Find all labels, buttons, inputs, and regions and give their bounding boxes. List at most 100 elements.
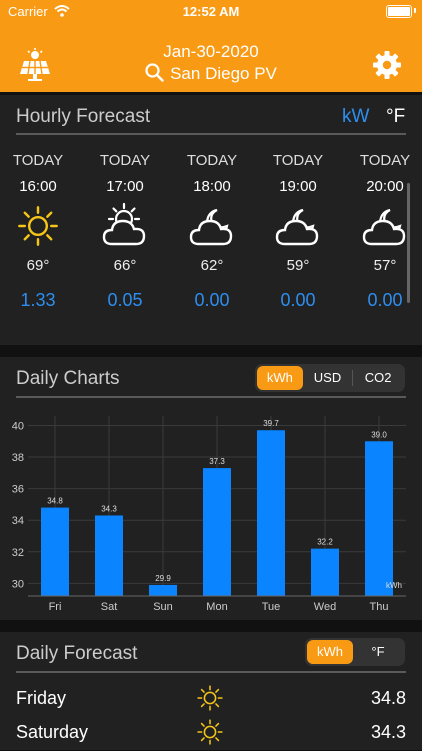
daily-charts-title: Daily Charts xyxy=(16,368,120,389)
hourly-power-value: 0.00 xyxy=(194,290,230,310)
forecast-day-value: 34.3 xyxy=(370,722,406,742)
x-tick-label: Thu xyxy=(370,601,389,613)
sun-icon xyxy=(18,206,58,246)
daily-forecast-row[interactable]: Friday 34.8 xyxy=(16,682,406,716)
bar-value-label: 29.9 xyxy=(155,574,171,583)
status-time: 12:52 AM xyxy=(182,4,240,19)
daily-energy-bar-chart: 30 32 34 36 38 40 34.8 Fri 34.3 Sat 29.9 Sun 37.3 Mon… xyxy=(12,416,406,613)
hourly-weather-icon-wrap xyxy=(172,201,252,251)
hourly-day: TODAY xyxy=(272,152,324,169)
hourly-weather-icon-wrap xyxy=(85,201,165,251)
sun-icon xyxy=(197,719,223,745)
search-icon xyxy=(145,63,164,82)
x-tick-label: Sun xyxy=(153,601,173,613)
hourly-time: 19:00 xyxy=(279,178,317,195)
bar-value-label: 39.7 xyxy=(263,419,279,428)
hourly-forecast-title: Hourly Forecast xyxy=(16,106,151,127)
chart-option-usd[interactable]: USD xyxy=(303,366,353,390)
hourly-temperature: 57° xyxy=(373,257,397,274)
app-header: Carrier 12:52 AM Jan-30-2020 San Diego P xyxy=(0,0,422,92)
hourly-day: TODAY xyxy=(99,152,151,169)
forecast-icon-wrap xyxy=(196,718,224,751)
bar-value-label: 39.0 xyxy=(371,430,387,439)
sun-icon xyxy=(197,685,223,711)
hourly-temperature: 59° xyxy=(286,257,310,274)
hourly-day: TODAY xyxy=(359,152,411,169)
hourly-item[interactable]: TODAY 18:00 62° 0.00 xyxy=(172,152,252,311)
hourly-weather-icon-wrap xyxy=(0,201,78,251)
chart-option-kwh[interactable]: kWh xyxy=(257,366,303,390)
hourly-temperature: 69° xyxy=(26,257,50,274)
bar-value-label: 34.8 xyxy=(47,497,63,506)
forecast-day-name: Friday xyxy=(16,688,67,708)
y-tick-label: 32 xyxy=(12,547,24,559)
chart-bar xyxy=(311,548,339,596)
chart-unit-segmented-control: kWh USD CO2 xyxy=(255,364,405,392)
x-tick-label: Sat xyxy=(101,601,118,613)
x-tick-label: Tue xyxy=(262,601,281,613)
status-bar: Carrier 12:52 AM xyxy=(0,0,422,24)
hourly-day: TODAY xyxy=(186,152,238,169)
y-tick-label: 36 xyxy=(12,484,24,496)
hourly-divider xyxy=(16,133,406,135)
chart-bar xyxy=(95,515,123,596)
charts-divider xyxy=(16,396,406,398)
forecast-option-fahrenheit[interactable]: °F xyxy=(353,640,403,664)
hourly-day: TODAY xyxy=(12,152,64,169)
chart-bar xyxy=(149,584,177,596)
bar-value-label: 37.3 xyxy=(209,457,225,466)
forecast-divider xyxy=(16,671,406,673)
gear-icon[interactable] xyxy=(372,50,402,80)
hourly-power-value: 0.00 xyxy=(367,290,403,310)
header-date: Jan-30-2020 xyxy=(163,42,259,61)
forecast-unit-segmented-control: kWh °F xyxy=(305,638,405,666)
y-tick-label: 30 xyxy=(12,578,24,590)
x-tick-label: Mon xyxy=(206,601,227,613)
forecast-option-kwh[interactable]: kWh xyxy=(307,640,353,664)
forecast-icon-wrap xyxy=(196,684,224,717)
hourly-weather-icon-wrap xyxy=(345,201,422,251)
forecast-day-value: 34.8 xyxy=(370,688,406,708)
hourly-power-value: 0.05 xyxy=(107,290,143,310)
hourly-temperature: 66° xyxy=(113,257,137,274)
hourly-item[interactable]: TODAY 19:00 59° 0.00 xyxy=(258,152,338,311)
hourly-time: 18:00 xyxy=(193,178,231,195)
y-tick-label: 40 xyxy=(12,420,24,432)
battery-nub xyxy=(414,8,416,13)
hourly-item[interactable]: TODAY 17:00 66° 0.05 xyxy=(85,152,165,311)
hourly-weather-icon-wrap xyxy=(258,201,338,251)
hourly-item[interactable]: TODAY 20:00 57° 0.00 xyxy=(345,152,422,311)
hourly-time: 20:00 xyxy=(366,178,404,195)
hourly-scrollbar[interactable] xyxy=(407,183,410,303)
y-tick-label: 34 xyxy=(12,515,24,527)
x-tick-label: Fri xyxy=(49,601,62,613)
y-tick-label: 38 xyxy=(12,452,24,464)
chart-option-co2[interactable]: CO2 xyxy=(353,366,403,390)
battery-icon xyxy=(386,5,412,18)
hourly-temperature: 62° xyxy=(200,257,224,274)
partly-cloudy-day-icon xyxy=(102,202,146,246)
chart-bar xyxy=(203,468,231,596)
daily-forecast-row[interactable]: Saturday 34.3 xyxy=(16,716,406,750)
bar-value-label: 32.2 xyxy=(317,538,333,547)
partly-cloudy-night-icon xyxy=(362,208,406,246)
x-tick-label: Wed xyxy=(314,601,336,613)
unit-kw-toggle[interactable]: kW xyxy=(342,106,369,128)
hourly-time: 17:00 xyxy=(106,178,144,195)
location-name: San Diego PV xyxy=(170,64,277,83)
hourly-time: 16:00 xyxy=(19,178,57,195)
partly-cloudy-night-icon xyxy=(275,208,319,246)
chart-bar xyxy=(365,441,393,596)
chart-bar xyxy=(257,430,285,596)
chart-unit-label: kWh xyxy=(386,581,402,590)
chart-bar xyxy=(41,507,69,596)
partly-cloudy-night-icon xyxy=(189,208,233,246)
hourly-power-value: 0.00 xyxy=(280,290,316,310)
unit-fahrenheit-toggle[interactable]: °F xyxy=(386,106,405,128)
daily-forecast-title: Daily Forecast xyxy=(16,643,138,664)
hourly-item[interactable]: TODAY 16:00 69° 1.33 xyxy=(0,152,78,311)
hourly-power-value: 1.33 xyxy=(20,290,56,310)
location-selector[interactable]: San Diego PV xyxy=(0,63,422,84)
forecast-day-name: Saturday xyxy=(16,722,89,742)
bar-value-label: 34.3 xyxy=(101,504,117,513)
